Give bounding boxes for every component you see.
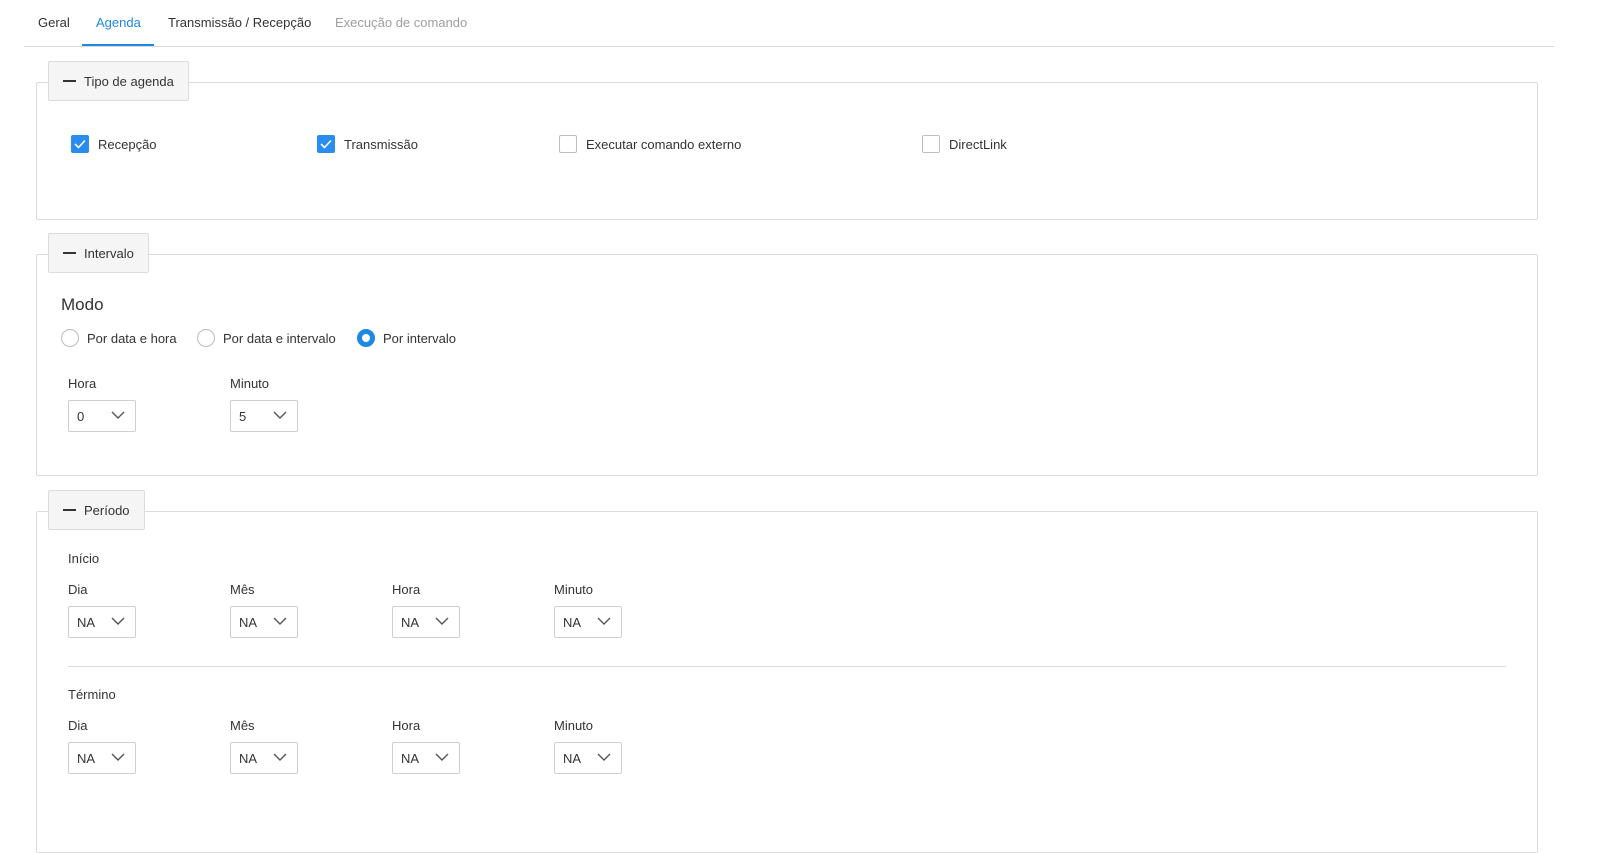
collapse-icon [63, 509, 76, 511]
select-value: 5 [239, 409, 247, 424]
intervalo-panel [36, 254, 1538, 476]
chevron-down-icon [597, 753, 611, 761]
periodo-divider [68, 666, 1506, 667]
tab-agenda[interactable]: Agenda [96, 15, 141, 30]
periodo-panel [36, 511, 1538, 853]
radio-selected-icon[interactable] [357, 329, 375, 347]
inicio-hora-select[interactable]: NA [392, 606, 460, 638]
checkbox-unchecked-icon[interactable] [559, 135, 577, 153]
termino-minuto-select[interactable]: NA [554, 742, 622, 774]
termino-dia-label: Dia [68, 718, 88, 733]
checkbox-executar-comando-externo[interactable]: Executar comando externo [559, 135, 741, 153]
legend-label: Intervalo [84, 245, 134, 261]
intervalo-legend[interactable]: Intervalo [48, 233, 149, 273]
select-value: NA [77, 615, 96, 630]
inicio-minuto-select[interactable]: NA [554, 606, 622, 638]
inicio-hora-label: Hora [392, 582, 421, 597]
termino-mes-select[interactable]: NA [230, 742, 298, 774]
select-value: NA [563, 615, 582, 630]
legend-label: Período [84, 502, 130, 518]
chevron-down-icon [435, 617, 449, 625]
collapse-icon [63, 252, 76, 254]
chevron-down-icon [597, 617, 611, 625]
checkbox-checked-icon[interactable] [71, 135, 89, 153]
tipo-de-agenda-panel [36, 82, 1538, 220]
termino-hora-select[interactable]: NA [392, 742, 460, 774]
chevron-down-icon [273, 411, 287, 419]
radio-label: Por intervalo [383, 330, 456, 346]
chevron-down-icon [111, 753, 125, 761]
tab-transmissao-recepcao[interactable]: Transmissão / Recepção [168, 15, 311, 30]
inicio-mes-label: Mês [230, 582, 255, 597]
tab-execucao-de-comando[interactable]: Execução de comando [335, 15, 467, 30]
checkbox-unchecked-icon[interactable] [922, 135, 940, 153]
select-value: NA [77, 751, 96, 766]
termino-minuto-label: Minuto [554, 718, 594, 733]
chevron-down-icon [435, 753, 449, 761]
chevron-down-icon [111, 411, 125, 419]
inicio-title: Início [68, 551, 100, 566]
select-value: NA [401, 615, 420, 630]
select-value: 0 [77, 409, 85, 424]
chevron-down-icon [273, 753, 287, 761]
radio-por-intervalo[interactable]: Por intervalo [357, 329, 456, 347]
select-value: NA [563, 751, 582, 766]
termino-hora-label: Hora [392, 718, 421, 733]
radio-unselected-icon[interactable] [197, 329, 215, 347]
radio-label: Por data e hora [87, 330, 177, 346]
tipo-de-agenda-legend[interactable]: Tipo de agenda [48, 61, 189, 101]
radio-por-data-e-intervalo[interactable]: Por data e intervalo [197, 329, 336, 347]
checkbox-checked-icon[interactable] [317, 135, 335, 153]
inicio-dia-select[interactable]: NA [68, 606, 136, 638]
active-tab-indicator [82, 44, 154, 46]
checkbox-label: Executar comando externo [586, 136, 742, 152]
periodo-legend[interactable]: Período [48, 490, 145, 530]
checkbox-label: Recepção [98, 136, 157, 152]
chevron-down-icon [273, 617, 287, 625]
minuto-label: Minuto [230, 376, 270, 391]
checkbox-directlink[interactable]: DirectLink [922, 135, 1007, 153]
checkbox-label: DirectLink [949, 136, 1007, 152]
minuto-select[interactable]: 5 [230, 400, 298, 432]
termino-title: Término [68, 687, 116, 702]
checkbox-recepcao[interactable]: Recepção [71, 135, 157, 153]
chevron-down-icon [111, 617, 125, 625]
collapse-icon [63, 80, 76, 82]
modo-title: Modo [61, 295, 104, 314]
hora-label: Hora [68, 376, 97, 391]
select-value: NA [239, 751, 258, 766]
select-value: NA [401, 751, 420, 766]
inicio-dia-label: Dia [68, 582, 88, 597]
radio-label: Por data e intervalo [223, 330, 336, 346]
select-value: NA [239, 615, 258, 630]
tab-geral[interactable]: Geral [38, 15, 70, 30]
termino-dia-select[interactable]: NA [68, 742, 136, 774]
termino-mes-label: Mês [230, 718, 255, 733]
radio-unselected-icon[interactable] [61, 329, 79, 347]
checkbox-label: Transmissão [344, 136, 418, 152]
inicio-minuto-label: Minuto [554, 582, 594, 597]
hora-select[interactable]: 0 [68, 400, 136, 432]
inicio-mes-select[interactable]: NA [230, 606, 298, 638]
radio-por-data-e-hora[interactable]: Por data e hora [61, 329, 177, 347]
checkbox-transmissao[interactable]: Transmissão [317, 135, 418, 153]
legend-label: Tipo de agenda [84, 73, 174, 89]
